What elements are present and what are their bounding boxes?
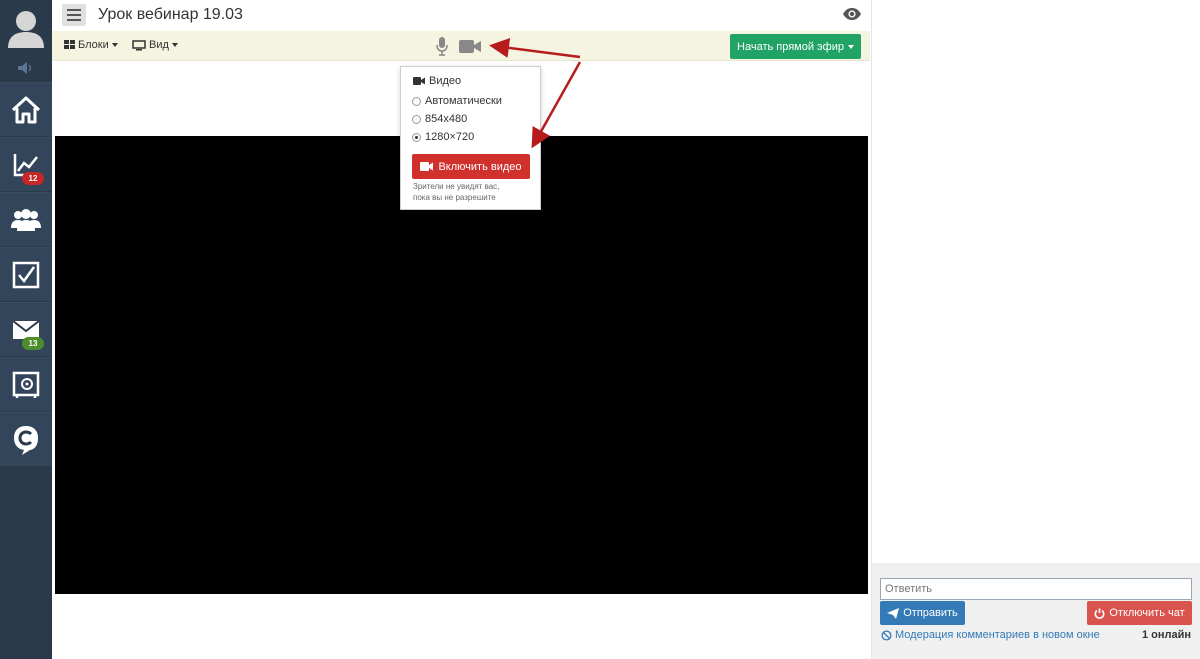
power-icon (1094, 608, 1105, 619)
popup-heading: Видео (413, 75, 461, 87)
sidebar-item-tasks[interactable] (0, 247, 52, 301)
camera-icon (420, 162, 434, 171)
sidebar-speaker[interactable] (0, 58, 52, 78)
reply-input[interactable] (880, 578, 1192, 600)
resolution-option-1280[interactable]: 1280×720 (412, 131, 474, 143)
video-settings-popup: Видео Автоматически 854x480 1280×720 Вкл… (400, 66, 541, 210)
monitor-icon (132, 39, 146, 50)
resolution-option-854[interactable]: 854x480 (412, 113, 467, 125)
chat-panel: Отправить Отключить чат Модерация коммен… (871, 0, 1200, 659)
radio-button[interactable] (412, 96, 421, 106)
messages-badge: 13 (22, 337, 44, 350)
sidebar-item-chat[interactable] (0, 412, 52, 466)
blocks-dropdown[interactable]: Блоки (64, 39, 118, 51)
speaker-icon (18, 62, 32, 74)
resolution-option-auto[interactable]: Автоматически (412, 95, 502, 107)
user-avatar-icon (8, 11, 44, 48)
blocks-label: Блоки (78, 39, 109, 51)
radio-button-selected[interactable] (412, 132, 421, 142)
view-dropdown[interactable]: Вид (132, 39, 178, 51)
camera-icon[interactable] (458, 39, 482, 54)
popup-note-line: Зрители не увидят вас, (413, 182, 500, 191)
online-count: 1 онлайн (1141, 629, 1191, 641)
chat-controls: Отправить Отключить чат Модерация коммен… (872, 563, 1200, 659)
menu-toggle-button[interactable] (62, 4, 86, 26)
disable-chat-label: Отключить чат (1109, 607, 1185, 619)
hamburger-icon-line (67, 19, 81, 21)
checkbox-icon (12, 261, 40, 288)
caret-down-icon (171, 43, 178, 47)
start-live-label: Начать прямой эфир (737, 40, 844, 53)
chat-logo-icon (14, 425, 38, 455)
start-live-button[interactable]: Начать прямой эфир (730, 34, 861, 59)
send-label: Отправить (903, 607, 958, 619)
paper-plane-icon (887, 607, 900, 619)
hamburger-icon-line (67, 14, 81, 16)
enable-video-label: Включить видео (438, 160, 522, 173)
sidebar-item-safe[interactable] (0, 357, 52, 411)
sidebar-item-analytics[interactable]: 12 (0, 137, 52, 191)
hamburger-icon-line (67, 9, 81, 11)
send-button[interactable]: Отправить (880, 601, 965, 625)
grid-icon (64, 40, 75, 49)
microphone-icon[interactable] (435, 36, 449, 56)
avatar[interactable] (0, 0, 52, 56)
page-title: Урок вебинар 19.03 (98, 6, 243, 23)
left-sidebar: 12 13 (0, 0, 52, 659)
radio-button[interactable] (412, 114, 421, 124)
popup-note-line: пока вы не разрешите (413, 193, 496, 202)
caret-down-icon (111, 43, 118, 47)
header: Урок вебинар 19.03 (52, 0, 870, 31)
moderation-link[interactable]: Модерация комментариев в новом окне (881, 629, 1100, 641)
sidebar-item-home[interactable] (0, 82, 52, 136)
view-label: Вид (149, 39, 169, 51)
analytics-badge: 12 (22, 172, 44, 185)
option-label: 854x480 (425, 113, 468, 125)
sidebar-item-users[interactable] (0, 192, 52, 246)
ban-icon (881, 629, 892, 641)
enable-video-button[interactable]: Включить видео (412, 154, 530, 179)
sidebar-item-messages[interactable]: 13 (0, 302, 52, 356)
safe-icon (12, 371, 40, 398)
disable-chat-button[interactable]: Отключить чат (1087, 601, 1192, 625)
popup-note: Зрители не увидят вас, пока вы не разреш… (413, 181, 499, 203)
option-label: Автоматически (425, 95, 502, 107)
home-icon (11, 96, 41, 123)
popup-heading-label: Видео (429, 75, 462, 87)
camera-icon (413, 77, 425, 85)
toolbar: Блоки Вид Начать прямой эфир (52, 31, 870, 61)
option-label: 1280×720 (425, 131, 475, 143)
eye-icon[interactable] (842, 6, 862, 22)
caret-down-icon (847, 44, 854, 49)
users-icon (11, 208, 41, 231)
moderation-label: Модерация комментариев в новом окне (895, 629, 1100, 641)
